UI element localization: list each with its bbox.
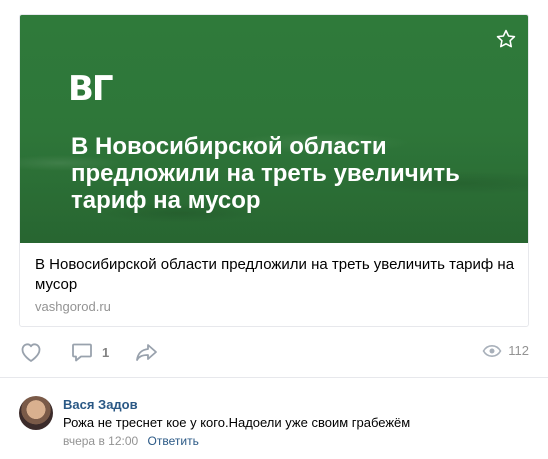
eye-icon — [482, 344, 502, 357]
share-icon — [136, 344, 157, 361]
bookmark-button[interactable] — [494, 27, 518, 51]
share-button[interactable] — [134, 341, 160, 363]
comment-icon — [72, 343, 92, 362]
star-icon — [496, 29, 516, 48]
comment-meta: вчера в 12:00 Ответить — [63, 434, 199, 448]
comment-button[interactable]: 1 — [70, 341, 109, 363]
comment-text: Рожа не треснет кое у кого.Надоели уже с… — [63, 415, 411, 430]
like-button[interactable] — [19, 341, 43, 363]
link-card[interactable]: ВГ В Новосибирской области предложили на… — [19, 14, 529, 327]
comment-time[interactable]: вчера в 12:00 — [63, 434, 138, 448]
link-card-image[interactable]: ВГ В Новосибирской области предложили на… — [20, 15, 528, 243]
reply-link[interactable]: Ответить — [148, 434, 199, 448]
image-headline: В Новосибирской области предложили на тр… — [71, 133, 460, 214]
heart-icon — [21, 343, 41, 362]
comment-count: 1 — [102, 344, 110, 360]
comments-divider — [0, 377, 548, 378]
comment-author[interactable]: Вася Задов — [63, 397, 138, 412]
vg-logo: ВГ — [68, 69, 114, 109]
post-actions-bar: 1 112 — [0, 338, 548, 368]
views-count: 112 — [508, 343, 529, 358]
link-domain: vashgorod.ru — [35, 299, 111, 314]
comment-item: Вася Задов Рожа не треснет кое у кого.На… — [0, 388, 548, 458]
views-counter: 112 — [482, 343, 529, 358]
link-title[interactable]: В Новосибирской области предложили на тр… — [35, 255, 515, 295]
avatar[interactable] — [19, 396, 53, 430]
